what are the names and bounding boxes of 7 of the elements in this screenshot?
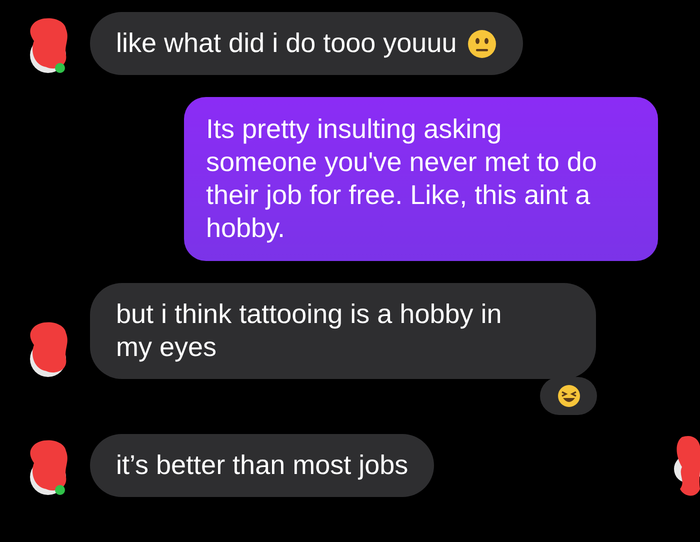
message-text: it’s better than most jobs: [116, 449, 408, 482]
neutral-face-icon: [466, 28, 497, 58]
message-text: Its pretty insulting asking someone you've never met to do their job for free. Like, this aint a hobby.: [206, 113, 598, 245]
message-text: like what did i do tooo youuu: [116, 27, 457, 60]
reaction-pill[interactable]: [540, 377, 597, 415]
message-text: but i think tattooing is a hobby in my eyes: [116, 298, 503, 364]
laughing-face-icon: [556, 384, 580, 408]
